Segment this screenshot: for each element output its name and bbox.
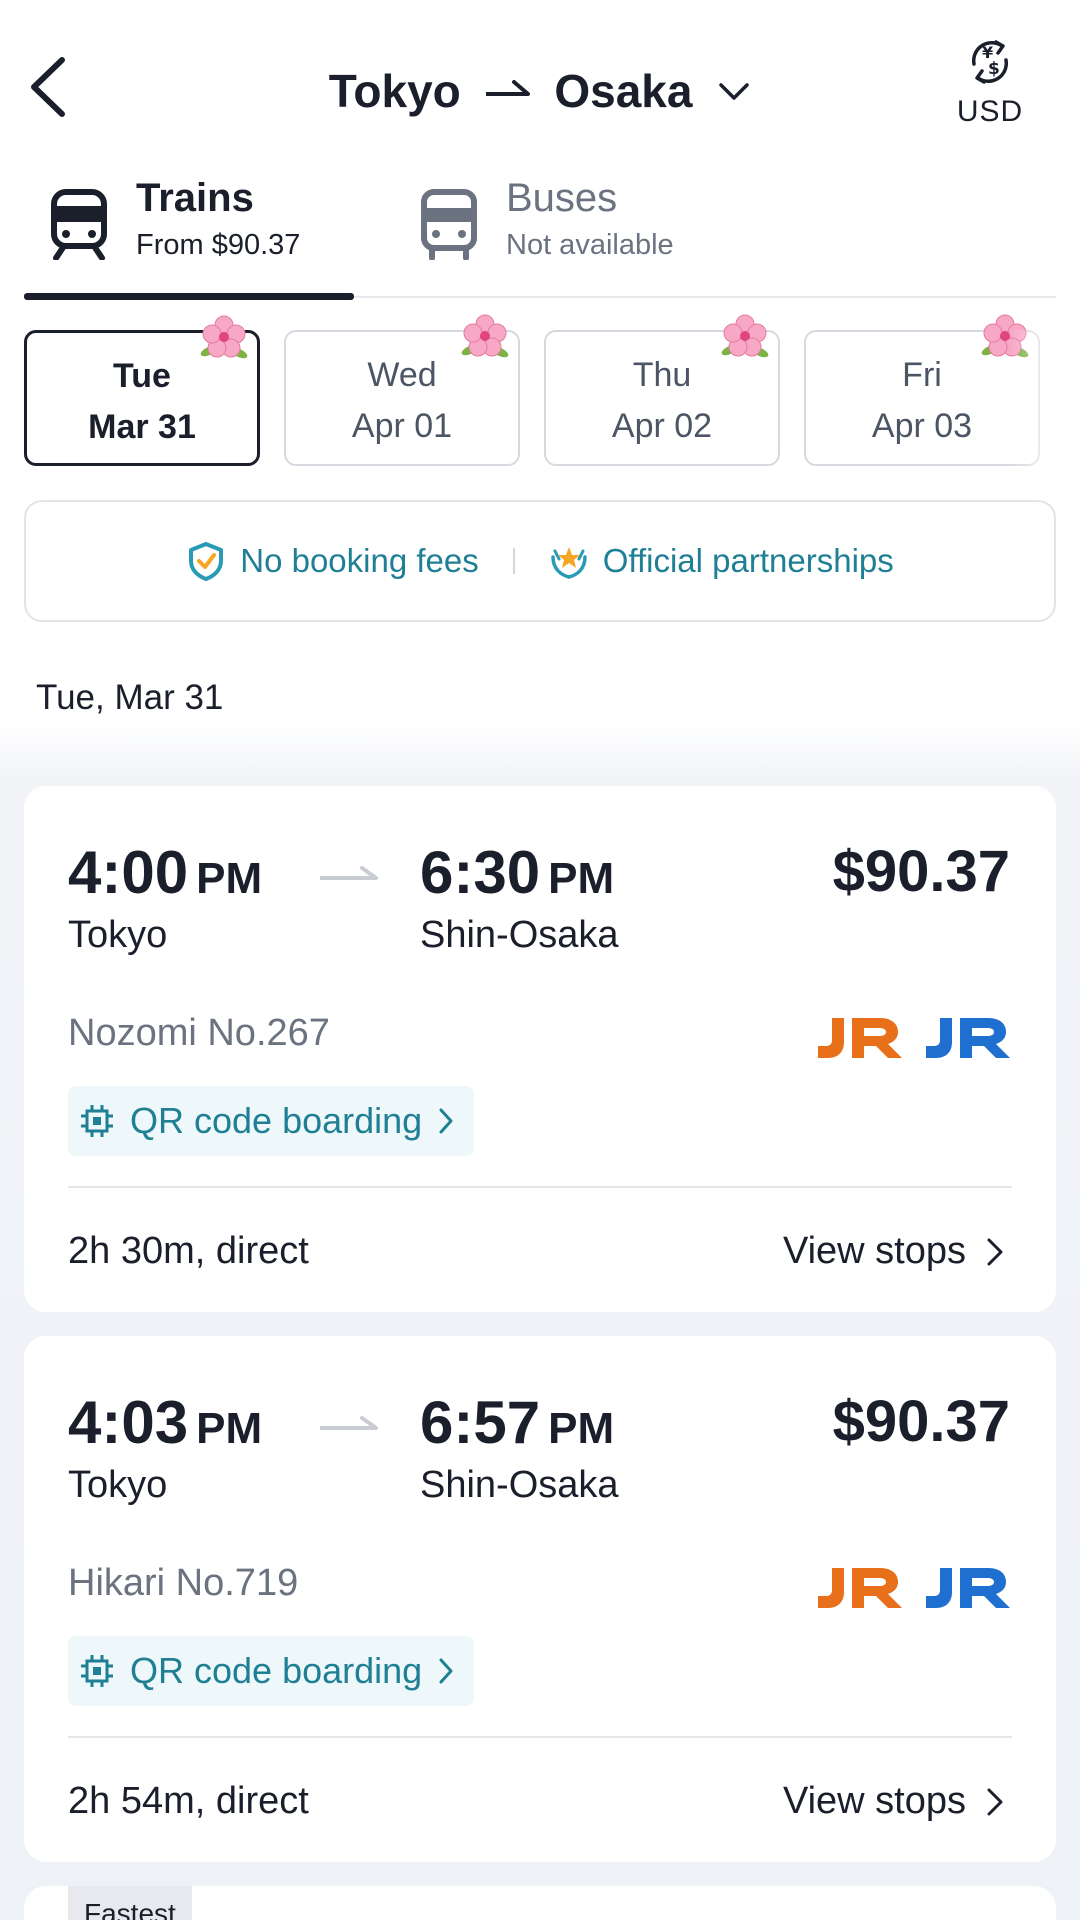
date-chip-apr-01[interactable]: Wed Apr 01 [284,314,520,466]
chevron-right-icon [987,1238,1003,1265]
date-chip-apr-02[interactable]: Thu Apr 02 [544,314,780,466]
origin-city: Tokyo [328,64,461,117]
operator-logos [796,1564,1012,1612]
departure-station: Tokyo [68,1464,168,1506]
trip-card[interactable]: 4:03 PM 6:57 PM $90.37 Tokyo Shin-Osaka Hi… [24,1336,1056,1862]
benefits-banner: No booking fees Official partnerships [24,500,1056,622]
route-arrow-icon [485,79,530,96]
tab-trains[interactable]: Trains From $90.37 [24,170,354,300]
trip-card[interactable]: Fastest [24,1886,1056,1920]
train-name: Hikari No.719 [68,1562,299,1604]
view-stops-text: View stops [782,1230,966,1272]
active-tab-indicator [24,293,354,300]
arrival-station: Shin-Osaka [420,914,619,956]
mode-tabs: Trains From $90.37 Buses Not available [24,170,1056,300]
arrival-time: 6:30 PM [420,839,615,906]
departure-time: 4:03 PM [68,1389,263,1456]
jr-central-logo-icon [818,1568,902,1608]
cherry-blossom-icon [461,314,509,358]
date-selector: Tue Mar 31 Wed Apr 01 Thu Apr 02 Fri Apr… [24,314,1080,466]
trip-duration: 2h 54m, direct [68,1780,309,1822]
card-divider [68,1736,1012,1738]
chevron-right-icon [987,1788,1003,1815]
qr-boarding-text: QR code boarding [130,1650,423,1691]
trip-price: $90.37 [832,1389,1010,1454]
partnerships-item: Official partnerships [549,541,894,581]
header: Tokyo Osaka ¥ $ USD [0,0,1080,170]
chevron-down-icon [719,83,750,100]
arrival-station: Shin-Osaka [420,1464,619,1506]
departure-station: Tokyo [68,914,168,956]
date-chip-date: Apr 03 [871,407,973,445]
partnerships-text: Official partnerships [602,542,894,579]
tab-buses[interactable]: Buses Not available [394,170,724,296]
tab-buses-status: Not available [506,229,674,261]
tab-trains-price: From $90.37 [136,229,301,261]
train-icon [51,189,107,260]
journey-arrow-icon [320,1416,378,1430]
operator-logos [796,1014,1012,1062]
view-stops-link[interactable]: View stops [783,1780,1006,1823]
shield-check-icon [189,542,224,581]
results-date-heading: Tue, Mar 31 [36,678,224,717]
qr-boarding-text: QR code boarding [130,1100,423,1141]
no-fees-item: No booking fees [186,541,479,581]
qr-boarding-link[interactable]: QR code boarding [68,1086,475,1156]
date-chip-date: Mar 31 [88,408,196,446]
trip-duration: 2h 30m, direct [68,1230,309,1272]
qr-chip-icon [81,1105,113,1137]
card-divider [68,1186,1012,1188]
arrival-time: 6:57 PM [420,1389,615,1456]
date-chip-mar-31[interactable]: Tue Mar 31 [24,315,260,466]
currency-button[interactable]: ¥ $ USD [940,34,1040,129]
chevron-right-icon [439,1108,453,1134]
date-scroll-fade [1010,330,1080,466]
tab-trains-label: Trains [136,176,254,220]
cherry-blossom-icon [200,315,248,359]
view-stops-link[interactable]: View stops [783,1230,1006,1273]
jr-west-logo-icon [926,1018,1010,1058]
trip-price: $90.37 [832,839,1010,904]
currency-label: USD [956,95,1024,128]
partnership-icon [550,547,587,579]
tab-buses-label: Buses [506,176,618,220]
date-chip-date: Apr 01 [351,407,453,445]
qr-chip-icon [81,1655,113,1687]
bus-icon [421,189,477,260]
jr-central-logo-icon [818,1018,902,1058]
departure-time: 4:00 PM [68,839,263,906]
currency-exchange-icon: ¥ $ [971,40,1009,84]
svg-text:$: $ [988,59,1000,79]
date-chip-date: Apr 02 [611,407,713,445]
jr-west-logo-icon [926,1568,1010,1608]
train-name: Nozomi No.267 [68,1012,330,1054]
banner-divider [512,548,515,574]
no-fees-text: No booking fees [240,542,479,579]
trip-card[interactable]: 4:00 PM 6:30 PM $90.37 Tokyo Shin-Osaka No… [24,786,1056,1312]
chevron-right-icon [439,1658,453,1684]
qr-boarding-link[interactable]: QR code boarding [68,1636,475,1706]
date-chip-apr-03[interactable]: Fri Apr 03 [804,314,1040,466]
fastest-badge: Fastest [68,1886,192,1920]
journey-arrow-icon [320,866,378,880]
view-stops-text: View stops [782,1780,966,1822]
destination-city: Osaka [554,64,693,117]
route-selector[interactable]: Tokyo Osaka [0,60,1080,118]
cherry-blossom-icon [721,314,769,358]
